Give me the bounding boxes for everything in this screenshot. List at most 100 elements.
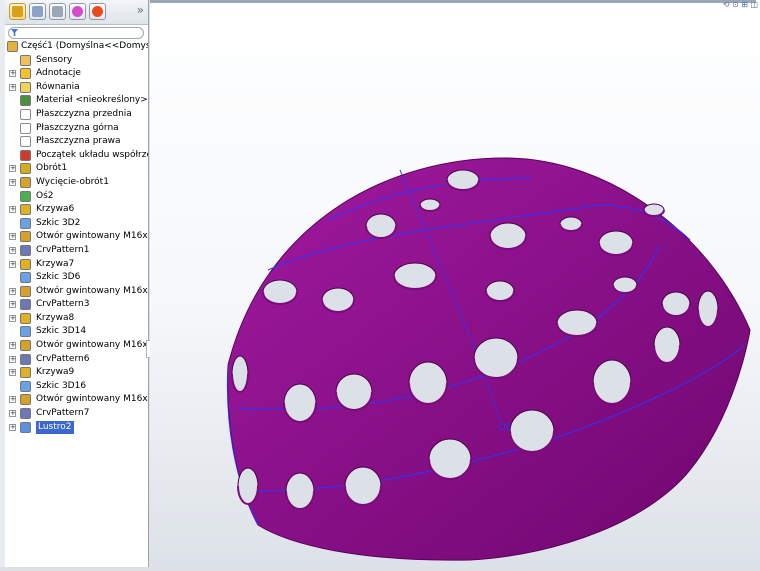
pattern-icon (20, 299, 31, 311)
tree-item[interactable]: + Krzywa6 (5, 203, 148, 217)
tree-item[interactable]: Szkic 3D2 (5, 217, 148, 231)
tree-item-label: Równania (36, 81, 80, 92)
expand-icon[interactable]: + (9, 165, 16, 173)
tree-item[interactable]: + Krzywa7 (5, 258, 148, 272)
tree-item-label: Sensory (36, 54, 73, 65)
expand-icon[interactable]: + (9, 355, 16, 363)
featuremanager-tab[interactable] (9, 3, 26, 20)
plane-icon (20, 108, 31, 120)
material-icon (20, 95, 31, 107)
more-tabs-button[interactable]: » (137, 3, 144, 17)
tree-item-label: Oś2 (36, 190, 54, 201)
tree-item-label: CrvPattern7 (36, 408, 90, 419)
tree-item[interactable]: + Otwór gwintowany M16x2.0 (5, 393, 148, 407)
tree-item[interactable]: + Równania (5, 81, 148, 95)
tree-item-label: Otwór gwintowany M16x2.0 (36, 231, 148, 242)
tree-item[interactable]: + CrvPattern1 (5, 244, 148, 258)
tree-item[interactable]: + Krzywa8 (5, 312, 148, 326)
propertymanager-tab[interactable] (29, 3, 46, 20)
tree-item[interactable]: + Lustro2 (5, 420, 148, 435)
tree-item[interactable]: Szkic 3D16 (5, 380, 148, 394)
tree-item-label: Płaszczyzna prawa (36, 136, 121, 147)
graphics-viewport[interactable]: Oś2 (150, 0, 760, 567)
expand-icon[interactable]: + (9, 301, 16, 309)
tree-item[interactable]: + Otwór gwintowany M16x2.0 (5, 339, 148, 353)
expand-icon[interactable]: + (9, 423, 16, 431)
tree-item[interactable]: Szkic 3D6 (5, 271, 148, 285)
configurationmanager-tab[interactable] (49, 3, 66, 20)
tree-item[interactable]: + Adnotacje (5, 67, 148, 81)
tree-item-label: Krzywa6 (36, 204, 75, 215)
expand-icon[interactable]: + (9, 246, 16, 254)
tree-filter-input[interactable] (8, 27, 144, 39)
tree-item-label: Początek układu współrzędi (36, 149, 149, 160)
tree-item[interactable]: + CrvPattern6 (5, 353, 148, 367)
expand-icon[interactable]: + (9, 233, 16, 241)
expand-icon[interactable]: + (9, 369, 16, 377)
curve-icon (20, 258, 31, 270)
hole-icon (20, 285, 31, 297)
sensor-icon (20, 54, 31, 66)
tree-item[interactable]: Część1 (Domyślna<<Domyśln (5, 40, 148, 54)
sketch3d-icon (20, 272, 31, 284)
expand-icon[interactable]: + (9, 342, 16, 350)
model-view: Oś2 (226, 157, 751, 561)
mirror-icon (20, 421, 31, 433)
tree-item[interactable]: Oś2 (5, 190, 148, 204)
hole-icon (20, 231, 31, 243)
tree-item-label: Krzywa9 (36, 367, 75, 378)
tree-item[interactable]: Płaszczyzna prawa (5, 135, 148, 149)
expand-icon[interactable]: + (9, 206, 16, 214)
sketch3d-icon (20, 326, 31, 338)
tree-item-label: Płaszczyzna górna (36, 122, 119, 133)
expand-icon[interactable]: + (9, 260, 16, 268)
tree-item-label: CrvPattern6 (36, 353, 90, 364)
tree-item[interactable]: Materiał <nieokreślony> (5, 94, 148, 108)
tree-item-label: Otwór gwintowany M16x2.0 (36, 285, 148, 296)
tree-item-label: CrvPattern1 (36, 244, 90, 255)
expand-icon[interactable]: + (9, 410, 16, 418)
tree-item[interactable]: + Krzywa9 (5, 366, 148, 380)
display-manager-tab[interactable] (89, 3, 106, 20)
tree-item-label: Otwór gwintowany M16x2.0 (36, 340, 148, 351)
tree-item[interactable]: Szkic 3D14 (5, 325, 148, 339)
tree-item[interactable]: + Obrót1 (5, 162, 148, 176)
tree-item[interactable]: + Otwór gwintowany M16x2.0 (5, 285, 148, 299)
curve-icon (20, 204, 31, 216)
tree-item-label: Szkic 3D16 (36, 380, 87, 391)
sketch3d-icon (20, 217, 31, 229)
hole-icon (20, 340, 31, 352)
tree-item[interactable]: + CrvPattern7 (5, 407, 148, 421)
tree-item[interactable]: + Wycięcie-obrót1 (5, 176, 148, 190)
view-toolbar[interactable]: ⟲ ⊙ ⊞ ◫ (723, 0, 758, 9)
tree-item-label: Materiał <nieokreślony> (36, 95, 148, 106)
tree-item[interactable]: + CrvPattern3 (5, 298, 148, 312)
expand-icon[interactable]: + (9, 314, 16, 322)
tree-item-label: Szkic 3D14 (36, 326, 87, 337)
tree-item-label: Szkic 3D6 (36, 272, 81, 283)
plane-icon (20, 136, 31, 148)
axis-icon (20, 190, 31, 202)
featuremanager-panel: » Część1 (Domyślna<<Domyśln Sensory + Adnot… (5, 0, 149, 567)
expand-icon[interactable]: + (9, 396, 16, 404)
tree-item[interactable]: Sensory (5, 54, 148, 68)
curve-icon (20, 312, 31, 324)
dimxpert-tab[interactable] (69, 3, 86, 20)
tree-item-label: Obrót1 (36, 163, 68, 174)
sketch3d-icon (20, 380, 31, 392)
expand-icon[interactable]: + (9, 287, 16, 295)
expand-icon[interactable]: + (9, 70, 16, 78)
tree-item[interactable]: Płaszczyzna górna (5, 122, 148, 136)
expand-icon[interactable]: + (9, 83, 16, 91)
cut-revolve-icon (20, 176, 31, 188)
equation-icon (20, 81, 31, 93)
tree-item[interactable]: + Otwór gwintowany M16x2.0 (5, 230, 148, 244)
curve-icon (20, 367, 31, 379)
tree-item[interactable]: Płaszczyzna przednia (5, 108, 148, 122)
hole-icon (20, 394, 31, 406)
tree-item-label: Płaszczyzna przednia (36, 108, 132, 119)
tree-item[interactable]: Początek układu współrzędi (5, 149, 148, 163)
expand-icon[interactable]: + (9, 178, 16, 186)
pattern-icon (20, 408, 31, 420)
pattern-icon (20, 244, 31, 256)
